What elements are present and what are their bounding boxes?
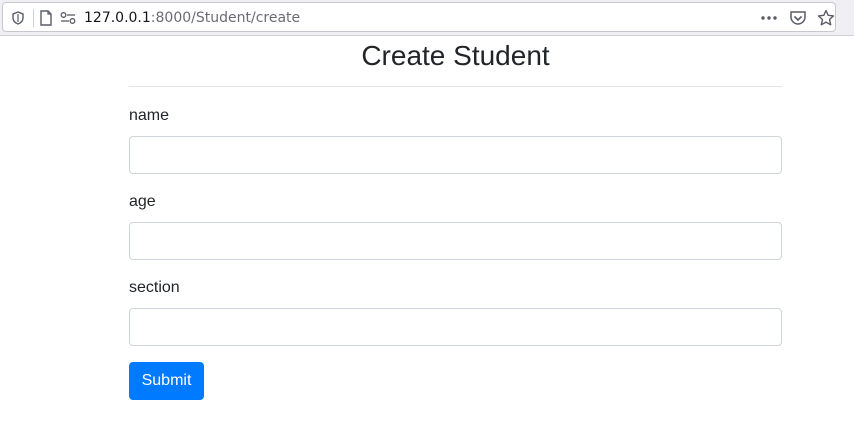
section-input[interactable]: [129, 308, 782, 346]
url-path: :8000/Student/create: [150, 10, 301, 26]
address-bar[interactable]: 127.0.0.1:8000/Student/create: [2, 2, 836, 32]
more-actions-icon[interactable]: [760, 11, 778, 25]
bookmark-star-icon[interactable]: [817, 9, 835, 27]
age-form-group: age: [129, 192, 782, 260]
age-label: age: [129, 193, 156, 210]
name-input[interactable]: [129, 136, 782, 174]
urlbar-separator: [33, 9, 34, 27]
browser-toolbar: 127.0.0.1:8000/Student/create: [0, 0, 854, 36]
submit-button[interactable]: Submit: [129, 362, 204, 400]
pocket-icon[interactable]: [789, 10, 807, 26]
permissions-icon[interactable]: [60, 11, 76, 25]
name-form-group: name: [129, 106, 782, 174]
page-title: Create Student: [361, 40, 550, 71]
main-content: Create Student name age section Submit: [129, 36, 782, 400]
section-label: section: [129, 279, 180, 296]
section-form-group: section: [129, 278, 782, 346]
title-divider: [129, 86, 782, 87]
url-host: 127.0.0.1: [84, 10, 151, 26]
shield-icon[interactable]: [11, 11, 25, 25]
page-icon[interactable]: [39, 10, 53, 26]
name-label: name: [129, 107, 170, 124]
age-input[interactable]: [129, 222, 782, 260]
url-text[interactable]: 127.0.0.1:8000/Student/create: [84, 10, 300, 26]
